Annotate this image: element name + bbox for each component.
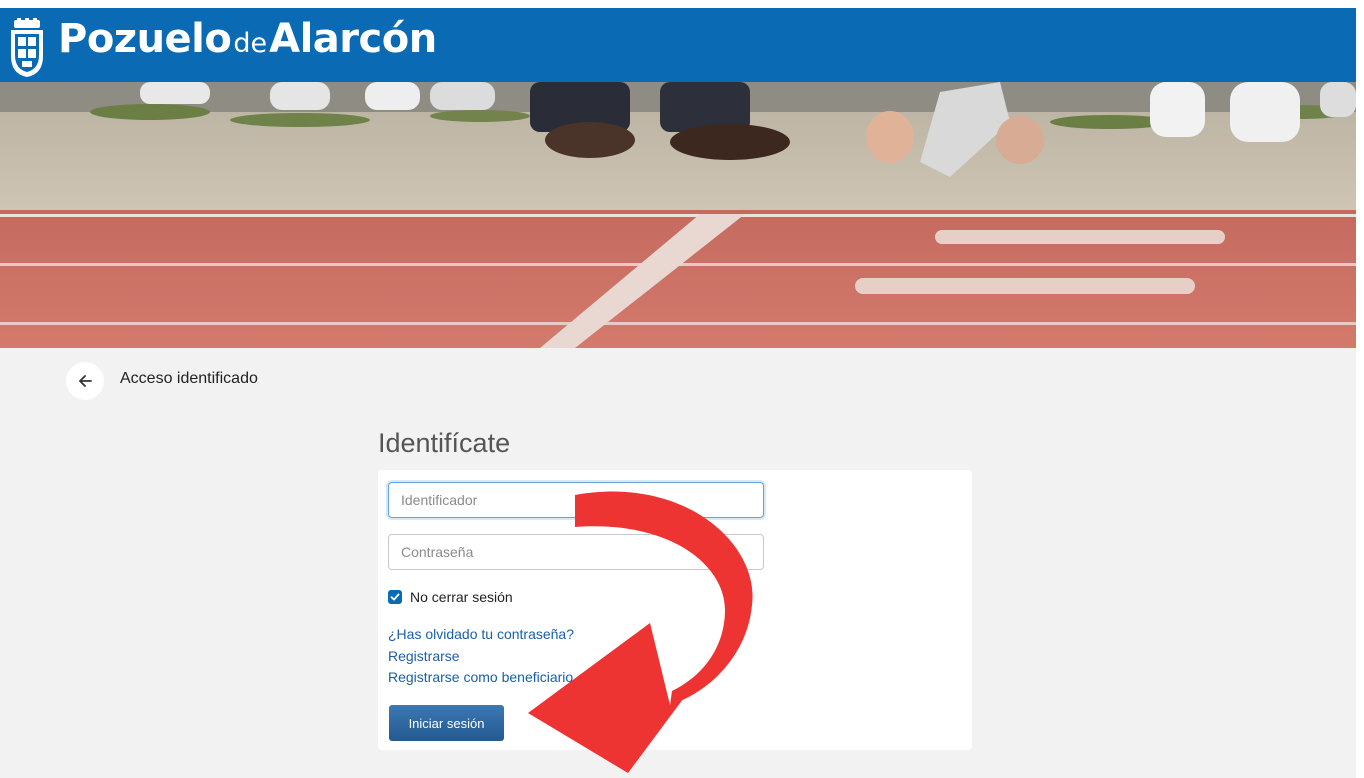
hero-image	[0, 82, 1356, 348]
login-page: Pozuelo de Alarcón Acceso identificado I…	[0, 0, 1364, 778]
brand-pozuelo: Pozuelo	[58, 16, 232, 62]
back-button[interactable]	[66, 362, 104, 400]
page-title: Identifícate	[378, 428, 511, 458]
forgot-password-link[interactable]: ¿Has olvidado tu contraseña?	[388, 626, 574, 642]
remember-me-checkbox[interactable]	[388, 590, 402, 604]
running-track-photo	[0, 82, 1356, 348]
brand-alarcon: Alarcón	[269, 16, 437, 62]
remember-me-label: No cerrar sesión	[410, 589, 513, 605]
site-header: Pozuelo de Alarcón	[0, 8, 1364, 82]
arrow-left-icon	[79, 375, 92, 387]
coat-of-arms-icon	[11, 18, 43, 77]
identifier-input[interactable]	[388, 482, 764, 518]
register-beneficiary-link[interactable]: Registrarse como beneficiario	[388, 669, 573, 685]
site-brand[interactable]: Pozuelo de Alarcón	[58, 16, 437, 76]
page-edge	[1356, 0, 1364, 778]
password-input[interactable]	[388, 534, 764, 570]
login-submit-button[interactable]: Iniciar sesión	[389, 705, 504, 741]
register-link[interactable]: Registrarse	[388, 648, 460, 664]
checkmark-icon	[390, 593, 400, 601]
brand-de: de	[233, 28, 268, 59]
remember-me-row[interactable]: No cerrar sesión	[388, 589, 513, 605]
breadcrumb-label: Acceso identificado	[120, 370, 258, 387]
